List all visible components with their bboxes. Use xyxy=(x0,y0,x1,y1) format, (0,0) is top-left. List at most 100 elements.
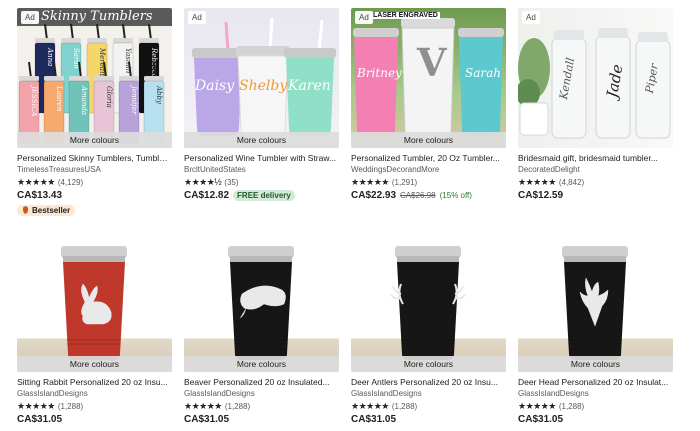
listing-title[interactable]: Bridesmaid gift, bridesmaid tumbler... xyxy=(518,153,673,163)
straw-icon xyxy=(70,23,74,41)
listing-title[interactable]: Personalized Wine Tumbler with Straw... xyxy=(184,153,339,163)
price: CA$31.05 xyxy=(17,414,63,425)
star-rating-icon: ★★★★★ xyxy=(184,401,222,411)
original-price: CA$26.98 xyxy=(400,191,436,200)
review-count: (4,842) xyxy=(558,178,585,187)
price: CA$13.43 xyxy=(17,190,63,201)
more-colours-button[interactable]: More colours xyxy=(351,132,506,148)
listing-card[interactable]: Ad LASER ENGRAVED Britney V Sarah More c… xyxy=(351,8,506,219)
tumbler-name-text: Abby xyxy=(155,85,163,105)
name-text: Britney xyxy=(357,66,402,80)
price-row: CA$31.05 xyxy=(351,414,506,425)
tumbler-lid xyxy=(119,76,139,81)
monogram-text: V xyxy=(417,40,447,85)
listing-title[interactable]: Deer Head Personalized 20 oz Insulat... xyxy=(518,377,673,387)
more-colours-button[interactable]: More colours xyxy=(518,356,673,372)
listing-image[interactable]: More colours xyxy=(17,232,172,372)
tumbler-body xyxy=(397,262,459,360)
listing-card[interactable]: Ad Kendall Jade Piper More colours Bride… xyxy=(518,8,673,219)
listing-card[interactable]: Ad Daisy Shelby Karen More colours Perso… xyxy=(184,8,339,219)
price-row: CA$13.43 xyxy=(17,190,172,201)
listing-image[interactable]: More colours xyxy=(351,232,506,372)
star-rating-icon: ★★★★★ xyxy=(17,177,55,187)
ad-badge: Ad xyxy=(21,11,39,24)
more-colours-button[interactable]: More colours xyxy=(351,356,506,372)
straw-icon xyxy=(122,23,126,41)
review-count: (1,288) xyxy=(558,402,585,411)
star-rating-icon: ★★★★½ xyxy=(184,177,222,187)
straw-icon xyxy=(28,61,32,79)
listing-card[interactable]: Skinny Tumblers Ad Anna Sarah Meredith Yasm… xyxy=(17,8,172,219)
listing-title[interactable]: Personalized Tumbler, 20 Oz Tumbler... xyxy=(351,153,506,163)
ad-badge: Ad xyxy=(355,11,373,24)
tumbler-lid xyxy=(35,38,55,43)
star-rating-icon: ★★★★★ xyxy=(351,401,389,411)
more-colours-button[interactable]: More colours xyxy=(17,132,172,148)
tumbler-name-text: Lauren xyxy=(55,85,63,112)
shop-name: GlassIslandDesigns xyxy=(17,389,88,398)
listing-title[interactable]: Sitting Rabbit Personalized 20 oz Insu..… xyxy=(17,377,172,387)
listing-title[interactable]: Beaver Personalized 20 oz Insulated... xyxy=(184,377,339,387)
straw-icon xyxy=(44,23,48,41)
image-header-text: LASER ENGRAVED xyxy=(371,12,440,19)
rating: ★★★★★ (1,288) xyxy=(518,402,673,412)
shop-name: DecoratedDelight xyxy=(518,165,580,174)
listing-card[interactable]: More colours Deer Antlers Personalized 2… xyxy=(351,232,506,425)
listing-image[interactable]: More colours xyxy=(518,232,673,372)
deer-head-tumbler-illustration xyxy=(562,246,628,360)
more-colours-button[interactable]: More colours xyxy=(17,356,172,372)
tumbler-rim xyxy=(230,256,292,262)
listing-image[interactable]: More colours xyxy=(184,232,339,372)
tumbler-name-text: Gloria xyxy=(105,86,113,108)
beaver-tumbler-illustration xyxy=(228,246,294,360)
listing-card[interactable]: More colours Sitting Rabbit Personalized… xyxy=(17,232,172,425)
listing-image[interactable]: Ad Daisy Shelby Karen More colours xyxy=(184,8,339,148)
shop-name: TimelessTreasuresUSA xyxy=(17,165,101,174)
listing-card[interactable]: More colours Deer Head Personalized 20 o… xyxy=(518,232,673,425)
rabbit-tumbler-illustration xyxy=(61,246,127,360)
rating: ★★★★★ (1,288) xyxy=(17,401,172,412)
price-row: CA$22.93 CA$26.98 (15% off) xyxy=(351,190,506,201)
tumbler-name-text: Anna xyxy=(46,47,54,66)
name-text: Daisy xyxy=(195,78,235,94)
listing-title[interactable]: Personalized Skinny Tumblers, Tumbler... xyxy=(17,153,172,163)
tumbler-lid xyxy=(44,76,64,81)
tumbler-name-text: Amanda xyxy=(80,85,88,115)
ad-badge: Ad xyxy=(522,11,540,24)
price-row: CA$31.05 xyxy=(17,414,172,425)
rating: ★★★★★ (4,129) xyxy=(17,177,172,188)
tumbler-lid xyxy=(61,38,81,43)
review-count: (1,291) xyxy=(391,178,418,187)
rating: ★★★★★ (1,288) xyxy=(184,401,339,412)
tumbler-lid xyxy=(69,76,89,81)
review-count: (1,288) xyxy=(57,402,84,411)
tumbler-lid xyxy=(94,76,114,81)
straw-icon xyxy=(148,23,152,41)
listing-image[interactable]: Ad Kendall Jade Piper More colours xyxy=(518,8,673,148)
rating: ★★★★★ (4,842) xyxy=(518,177,673,188)
price-row: CA$12.59 xyxy=(518,190,673,201)
shop-name: BrcltUnitedStates xyxy=(184,165,246,174)
more-colours-button[interactable]: More colours xyxy=(184,132,339,148)
skinny-tumblers-illustration: AnnaSarahMeredithYasminRebecca JESSICALa… xyxy=(18,23,165,144)
listing-grid: Skinny Tumblers Ad Anna Sarah Meredith Yasm… xyxy=(17,8,691,425)
tumbler-lid xyxy=(19,76,39,81)
rating: ★★★★½ (35) xyxy=(184,177,339,188)
price: CA$31.05 xyxy=(518,414,564,425)
tumbler-lid xyxy=(139,38,159,43)
name-text: Karen xyxy=(288,78,331,94)
listing-image[interactable]: Skinny Tumblers Ad Anna Sarah Meredith Yasm… xyxy=(17,8,172,148)
star-rating-icon: ★★★★★ xyxy=(17,401,55,411)
listing-card[interactable]: More colours Beaver Personalized 20 oz I… xyxy=(184,232,339,425)
shop-name: GlassIslandDesigns xyxy=(518,389,589,398)
tumbler-name-text: Jennifer xyxy=(130,84,138,115)
antlers-tumbler-illustration xyxy=(390,246,466,360)
tumbler-body xyxy=(230,262,292,360)
tumbler-lid xyxy=(144,76,164,81)
more-colours-button[interactable]: More colours xyxy=(184,356,339,372)
rating: ★★★★★ (1,288) xyxy=(351,401,506,412)
star-rating-icon: ★★★★★ xyxy=(518,177,556,187)
tumbler-lid xyxy=(113,38,133,43)
listing-image[interactable]: Ad LASER ENGRAVED Britney V Sarah More c… xyxy=(351,8,506,148)
listing-title[interactable]: Deer Antlers Personalized 20 oz Insu... xyxy=(351,377,506,387)
